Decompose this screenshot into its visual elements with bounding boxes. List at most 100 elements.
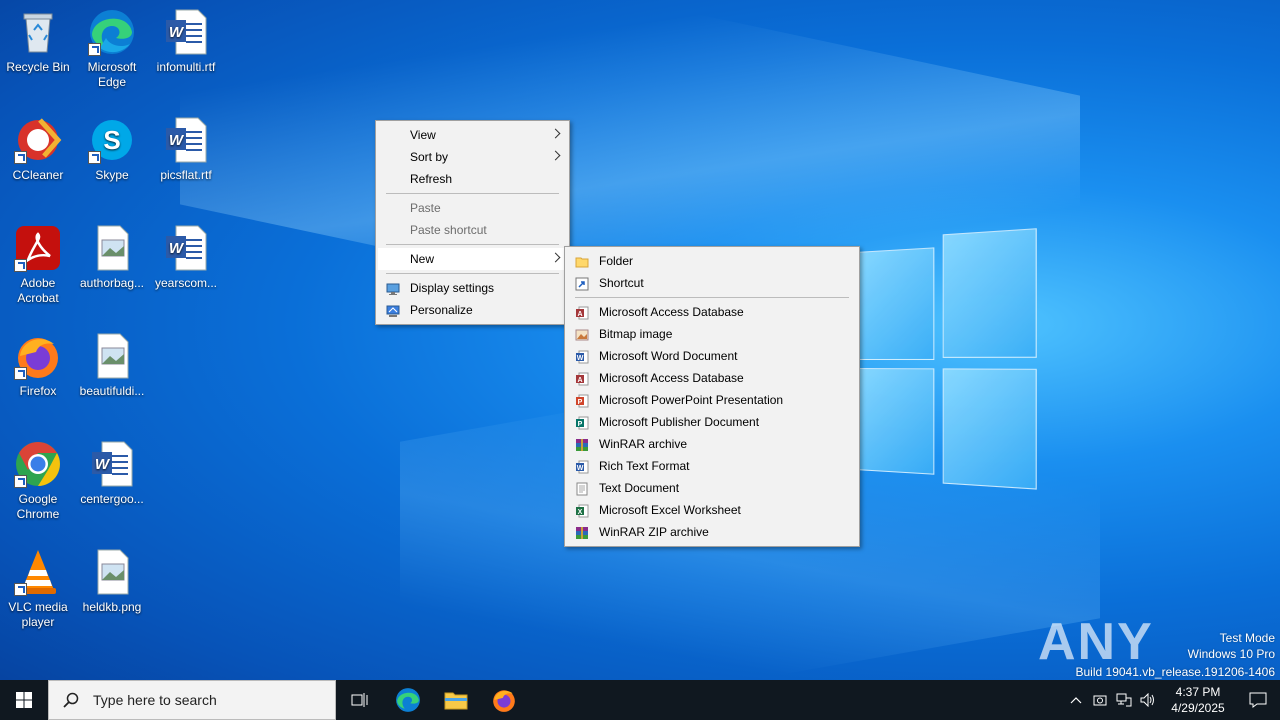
desktop-icon-ccleaner[interactable]: CCleaner (0, 116, 76, 183)
image-file-icon (88, 548, 136, 596)
chevron-right-icon (550, 150, 561, 161)
winrar-icon (575, 525, 589, 539)
submenu-item-excel-worksheet[interactable]: X Microsoft Excel Worksheet (567, 499, 857, 521)
submenu-item-folder[interactable]: Folder (567, 250, 857, 272)
desktop-icon-label: Recycle Bin (6, 60, 70, 74)
chevron-right-icon (550, 128, 561, 139)
desktop-icon-centergoo[interactable]: W centergoo... (74, 440, 150, 507)
word-icon: W (575, 349, 589, 364)
submenu-item-access-database[interactable]: A Microsoft Access Database (567, 301, 857, 323)
desktop-icon-label: picsflat.rtf (160, 168, 212, 182)
menu-item-refresh[interactable]: Refresh (378, 168, 567, 190)
taskbar-search-box[interactable]: Type here to search (48, 680, 336, 720)
menu-item-paste: Paste (378, 197, 567, 219)
desktop-icon-yearscom[interactable]: W yearscom... (148, 224, 224, 291)
menu-item-label: Bitmap image (599, 327, 673, 341)
desktop-icon-label: VLC media player (8, 600, 68, 629)
desktop-icon-label: Adobe Acrobat (17, 276, 59, 305)
desktop-icon-label: Google Chrome (16, 492, 60, 521)
bitmap-icon (575, 327, 589, 341)
desktop-icon-microsoft-edge[interactable]: Microsoft Edge (74, 8, 150, 90)
search-icon (63, 692, 79, 708)
menu-item-display-settings[interactable]: Display settings (378, 277, 567, 299)
menu-item-sort-by[interactable]: Sort by (378, 146, 567, 168)
taskbar-firefox-button[interactable] (480, 680, 528, 720)
desktop-icon-adobe-acrobat[interactable]: Adobe Acrobat (0, 224, 76, 306)
test-mode-text: Test Mode (1219, 631, 1275, 645)
word-file-icon: W (88, 440, 136, 488)
ccleaner-icon (14, 116, 62, 164)
desktop-icon-google-chrome[interactable]: Google Chrome (0, 440, 76, 522)
search-placeholder: Type here to search (93, 692, 217, 708)
system-tray: 4:37 PM 4/29/2025 (1064, 680, 1280, 720)
desktop-icon-recycle-bin[interactable]: Recycle Bin (0, 8, 76, 75)
menu-separator (575, 297, 849, 298)
menu-item-label: WinRAR ZIP archive (599, 525, 709, 539)
volume-icon (1140, 693, 1154, 707)
desktop-icon-skype[interactable]: S Skype (74, 116, 150, 183)
menu-item-label: Folder (599, 254, 634, 268)
tray-app-button[interactable] (1088, 680, 1112, 720)
menu-item-label: WinRAR archive (599, 437, 688, 451)
task-view-icon (351, 693, 368, 707)
submenu-item-winrar-archive[interactable]: WinRAR archive (567, 433, 857, 455)
firefox-icon (493, 690, 515, 712)
submenu-item-shortcut[interactable]: Shortcut (567, 272, 857, 294)
desktop-icon-beautifuldi[interactable]: beautifuldi... (74, 332, 150, 399)
desktop-icon-label: CCleaner (12, 168, 64, 182)
skype-icon: S (88, 116, 136, 164)
taskbar-clock[interactable]: 4:37 PM 4/29/2025 (1160, 684, 1236, 716)
submenu-item-winrar-zip-archive[interactable]: WinRAR ZIP archive (567, 521, 857, 543)
volume-button[interactable] (1136, 680, 1160, 720)
clock-time: 4:37 PM (1175, 685, 1221, 699)
submenu-item-rich-text-format[interactable]: W Rich Text Format (567, 455, 857, 477)
menu-item-label: Microsoft Excel Worksheet (599, 503, 741, 517)
menu-item-label: Rich Text Format (599, 459, 690, 473)
show-hidden-icons-button[interactable] (1064, 680, 1088, 720)
desktop-icon-infomulti[interactable]: W infomulti.rtf (148, 8, 224, 75)
access-icon: A (575, 371, 589, 386)
menu-item-label: Refresh (410, 172, 453, 186)
submenu-item-text-document[interactable]: Text Document (567, 477, 857, 499)
submenu-item-powerpoint[interactable]: P Microsoft PowerPoint Presentation (567, 389, 857, 411)
desktop-icon-authorbag[interactable]: authorbag... (74, 224, 150, 291)
camera-icon (1093, 695, 1107, 706)
action-center-button[interactable] (1236, 680, 1280, 720)
chevron-up-icon (1070, 697, 1082, 704)
taskbar-edge-button[interactable] (384, 680, 432, 720)
network-button[interactable] (1112, 680, 1136, 720)
desktop-icon-heldkb[interactable]: heldkb.png (74, 548, 150, 615)
access-icon: A (575, 305, 589, 320)
desktop-icon-label: beautifuldi... (79, 384, 145, 398)
menu-item-label: Microsoft Word Document (599, 349, 738, 363)
vlc-icon (14, 548, 62, 596)
menu-item-personalize[interactable]: Personalize (378, 299, 567, 321)
submenu-item-access-database-2[interactable]: A Microsoft Access Database (567, 367, 857, 389)
svg-text:A: A (577, 311, 582, 318)
submenu-item-publisher[interactable]: P Microsoft Publisher Document (567, 411, 857, 433)
desktop-icon-vlc[interactable]: VLC media player (0, 548, 76, 630)
personalize-icon (386, 303, 400, 317)
task-view-button[interactable] (336, 680, 384, 720)
menu-item-view[interactable]: View (378, 124, 567, 146)
menu-item-label: Display settings (410, 281, 495, 295)
word-file-icon: W (162, 116, 210, 164)
start-button[interactable] (0, 680, 48, 720)
publisher-icon: P (575, 415, 589, 430)
submenu-item-word-document[interactable]: W Microsoft Word Document (567, 345, 857, 367)
menu-separator (386, 244, 559, 245)
taskbar-file-explorer-button[interactable] (432, 680, 480, 720)
menu-item-label: Microsoft PowerPoint Presentation (599, 393, 784, 407)
desktop-icon-picsflat[interactable]: W picsflat.rtf (148, 116, 224, 183)
image-file-icon (88, 224, 136, 272)
image-file-icon (88, 332, 136, 380)
desktop-icon-firefox[interactable]: Firefox (0, 332, 76, 399)
desktop-icon-label: infomulti.rtf (156, 60, 216, 74)
menu-item-label: Sort by (410, 150, 449, 164)
menu-item-new[interactable]: New (378, 248, 567, 270)
submenu-item-bitmap-image[interactable]: Bitmap image (567, 323, 857, 345)
edge-icon (396, 688, 420, 712)
svg-text:A: A (577, 377, 582, 384)
menu-item-label: Paste shortcut (410, 223, 487, 237)
menu-item-label: Text Document (599, 481, 680, 495)
